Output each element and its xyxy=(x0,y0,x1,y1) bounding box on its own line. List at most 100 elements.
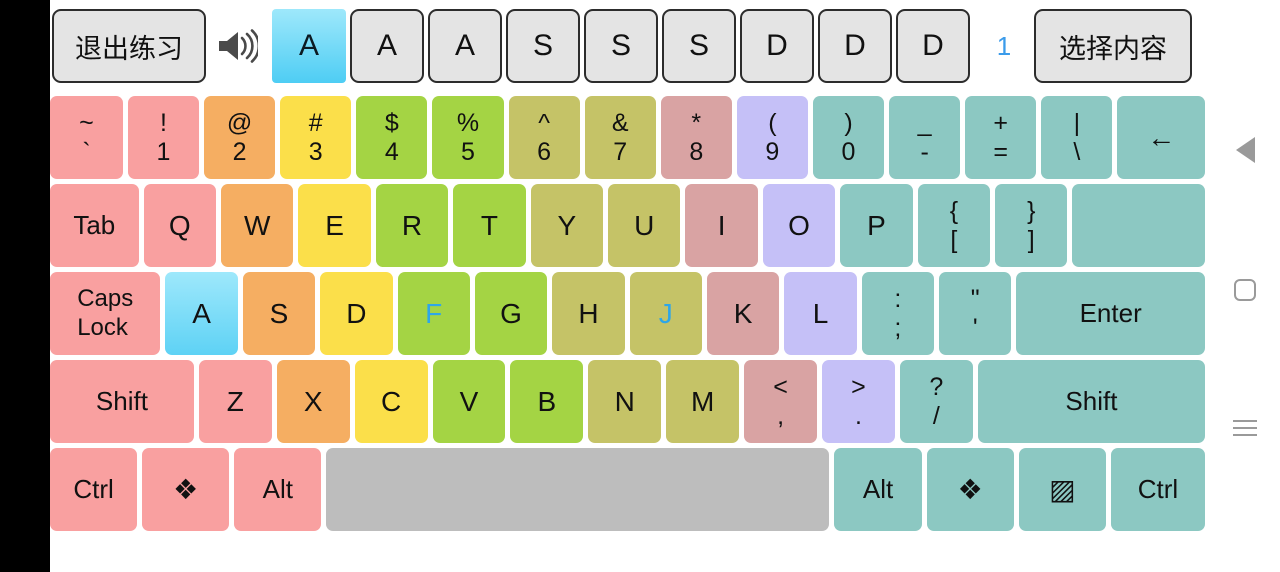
home-row: Caps Lock A S D F G H J K L:; " ' Enter xyxy=(50,272,1210,355)
key-label: I xyxy=(717,209,726,241)
key-legend-shifted: % xyxy=(456,109,480,138)
key-digit-3[interactable]: #3 xyxy=(280,96,352,179)
key-key-w[interactable]: W xyxy=(221,184,294,267)
key-alt-left[interactable]: Alt xyxy=(234,448,322,531)
key-win-right[interactable]: ❖ xyxy=(926,448,1014,531)
key-label: ▨ xyxy=(1049,473,1076,505)
key-legend-shifted: # xyxy=(308,109,323,138)
home-square-icon[interactable] xyxy=(1210,265,1280,315)
key-key-g[interactable]: G xyxy=(474,272,548,355)
key-equal[interactable]: + = xyxy=(965,96,1037,179)
key-enter-upper[interactable] xyxy=(1072,184,1205,267)
key-digit-6[interactable]: ^ 6 xyxy=(508,96,580,179)
key-digit-4[interactable]: $4 xyxy=(356,96,428,179)
key-label: F xyxy=(425,297,443,329)
key-key-e[interactable]: E xyxy=(298,184,371,267)
app-root: 退出练习 AAASSSDDD 1 选择内容 ~ `! 1 @2 #3 $4% 5 ^ 6 & 7 * 8… xyxy=(0,0,1280,572)
key-comma[interactable]: <, xyxy=(744,360,817,443)
key-label: S xyxy=(269,297,289,329)
key-shift-right[interactable]: Shift xyxy=(977,360,1206,443)
key-bracket-left[interactable]: {[ xyxy=(917,184,991,267)
key-legend-shifted: ^ xyxy=(538,109,550,138)
key-bracket-right[interactable]: }] xyxy=(995,184,1068,267)
key-tab[interactable]: Tab xyxy=(50,184,139,267)
speaker-volume-icon[interactable] xyxy=(206,9,268,83)
key-key-d[interactable]: D xyxy=(320,272,393,355)
key-caps-lock[interactable]: Caps Lock xyxy=(50,272,161,355)
prompt-key-0: A xyxy=(272,9,346,83)
key-digit-2[interactable]: @2 xyxy=(204,96,276,179)
key-key-k[interactable]: K xyxy=(706,272,780,355)
key-label: W xyxy=(244,209,271,241)
key-key-s[interactable]: S xyxy=(242,272,316,355)
key-legend-shifted: ~ xyxy=(79,109,94,138)
key-key-q[interactable]: Q xyxy=(143,184,217,267)
key-slash[interactable]: ? / xyxy=(899,360,973,443)
key-digit-7[interactable]: & 7 xyxy=(584,96,656,179)
key-label: C xyxy=(380,385,402,417)
key-key-v[interactable]: V xyxy=(432,360,506,443)
key-key-c[interactable]: C xyxy=(354,360,428,443)
key-legend-shifted: ) xyxy=(844,109,853,138)
key-key-p[interactable]: P xyxy=(840,184,913,267)
key-key-l[interactable]: L xyxy=(784,272,857,355)
key-label: Alt xyxy=(262,473,294,504)
key-key-r[interactable]: R xyxy=(375,184,449,267)
key-digit-5[interactable]: % 5 xyxy=(432,96,504,179)
key-legend-shifted: > xyxy=(851,373,866,402)
back-triangle-icon[interactable] xyxy=(1210,125,1280,175)
key-key-j[interactable]: J xyxy=(629,272,702,355)
key-key-o[interactable]: O xyxy=(762,184,836,267)
key-digit-8[interactable]: * 8 xyxy=(660,96,732,179)
prompt-key-3: S xyxy=(506,9,580,83)
key-label: Caps Lock xyxy=(77,285,134,341)
key-period[interactable]: >. xyxy=(821,360,895,443)
key-ctrl-left[interactable]: Ctrl xyxy=(50,448,138,531)
key-legend-base: . xyxy=(854,401,862,430)
key-minus[interactable]: _ - xyxy=(889,96,961,179)
key-key-u[interactable]: U xyxy=(608,184,681,267)
key-key-t[interactable]: T xyxy=(453,184,526,267)
key-spacebar[interactable] xyxy=(326,448,830,531)
key-legend-base: - xyxy=(920,137,929,166)
key-label: Y xyxy=(557,209,577,241)
key-key-i[interactable]: I xyxy=(685,184,758,267)
left-bezel xyxy=(0,0,50,572)
key-quote[interactable]: " ' xyxy=(939,272,1012,355)
key-digit-0[interactable]: ) 0 xyxy=(812,96,885,179)
key-shift-left[interactable]: Shift xyxy=(50,360,194,443)
key-semicolon[interactable]: :; xyxy=(861,272,935,355)
key-label: M xyxy=(690,385,715,417)
select-content-button[interactable]: 选择内容 xyxy=(1034,9,1192,83)
prompt-key-6: D xyxy=(740,9,814,83)
top-toolbar: 退出练习 AAASSSDDD 1 选择内容 xyxy=(50,0,1230,92)
key-key-h[interactable]: H xyxy=(552,272,625,355)
key-key-f[interactable]: F xyxy=(397,272,470,355)
key-digit-1[interactable]: ! 1 xyxy=(127,96,200,179)
key-alt-right[interactable]: Alt xyxy=(834,448,922,531)
key-key-z[interactable]: Z xyxy=(198,360,272,443)
key-enter[interactable]: Enter xyxy=(1016,272,1205,355)
key-backquote[interactable]: ~ ` xyxy=(50,96,123,179)
key-legend-shifted: & xyxy=(611,109,629,138)
key-label: A xyxy=(192,297,211,329)
key-key-a[interactable]: A xyxy=(165,272,238,355)
key-key-m[interactable]: M xyxy=(666,360,740,443)
key-legend-shifted: : xyxy=(894,285,902,314)
key-menu-key[interactable]: ▨ xyxy=(1018,448,1106,531)
key-legend-shifted: $ xyxy=(384,109,399,138)
key-backspace[interactable]: ← xyxy=(1117,96,1206,179)
key-backslash[interactable]: | \ xyxy=(1041,96,1113,179)
key-digit-9[interactable]: (9 xyxy=(736,96,808,179)
key-legend-base: ` xyxy=(82,137,91,166)
exit-practice-button[interactable]: 退出练习 xyxy=(52,9,206,83)
key-key-x[interactable]: X xyxy=(276,360,350,443)
prompt-key-4: S xyxy=(584,9,658,83)
key-key-b[interactable]: B xyxy=(510,360,584,443)
key-key-n[interactable]: N xyxy=(588,360,662,443)
recents-lines-icon[interactable] xyxy=(1210,405,1280,455)
key-key-y[interactable]: Y xyxy=(530,184,604,267)
key-legend-base: [ xyxy=(950,225,958,254)
key-win-left[interactable]: ❖ xyxy=(142,448,230,531)
key-ctrl-right[interactable]: Ctrl xyxy=(1110,448,1205,531)
